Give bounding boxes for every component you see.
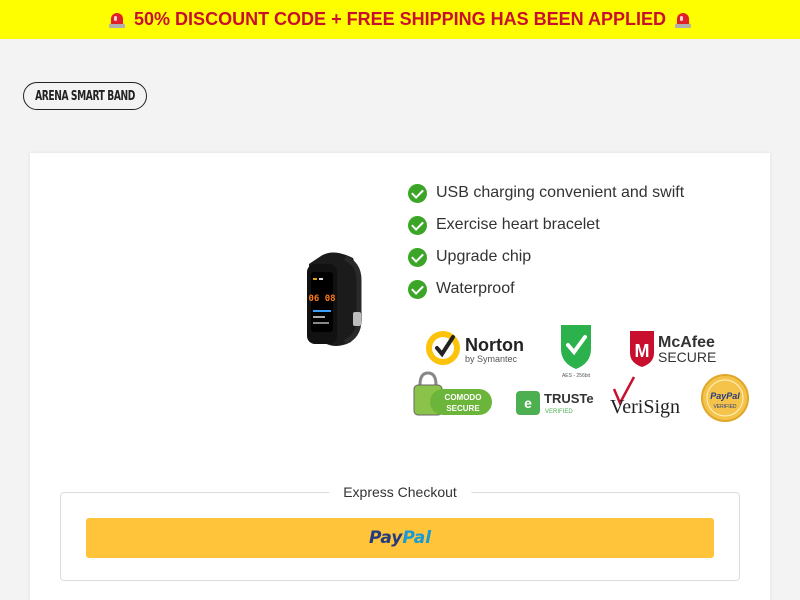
mcafee-badge: M McAfee SECURE bbox=[630, 331, 716, 367]
brand-logo-text: ARENA SMART BAND bbox=[35, 88, 135, 104]
check-circle-icon bbox=[408, 247, 427, 267]
product-card: 06 08 USB charging convenient and swift … bbox=[30, 153, 770, 600]
truste-sub: VERIFIED bbox=[545, 409, 573, 415]
comodo-sub: SECURE bbox=[446, 404, 480, 413]
comodo-badge: COMODO SECURE bbox=[413, 371, 492, 416]
check-circle-icon bbox=[408, 183, 427, 203]
mcafee-sub: SECURE bbox=[658, 349, 716, 365]
express-checkout-label: Express Checkout bbox=[329, 484, 471, 500]
paypal-verified-badge: PayPal VERIFIED bbox=[701, 374, 749, 422]
aes-shield-badge: AES - 256bit bbox=[561, 325, 591, 379]
paypal-checkout-button[interactable]: Pay Pal bbox=[86, 518, 714, 558]
list-item: Exercise heart bracelet bbox=[408, 209, 684, 241]
feature-label: Upgrade chip bbox=[436, 248, 532, 265]
list-item: USB charging convenient and swift bbox=[408, 177, 684, 209]
promo-banner-text: 50% DISCOUNT CODE + FREE SHIPPING HAS BE… bbox=[134, 9, 666, 29]
paypal-logo-pay: Pay bbox=[368, 528, 403, 548]
list-item: Waterproof bbox=[408, 273, 684, 305]
check-circle-icon bbox=[408, 215, 427, 235]
feature-label: Waterproof bbox=[436, 280, 515, 297]
promo-banner: 50% DISCOUNT CODE + FREE SHIPPING HAS BE… bbox=[0, 0, 800, 39]
verisign-label: VeriSign bbox=[610, 396, 680, 418]
paypal-verified-label: PayPal bbox=[710, 391, 740, 401]
norton-label: Norton bbox=[465, 335, 524, 355]
list-item: Upgrade chip bbox=[408, 241, 684, 273]
police-siren-icon bbox=[108, 11, 126, 29]
aes-sub: AES - 256bit bbox=[562, 373, 591, 379]
express-checkout-panel: Express Checkout Pay Pal bbox=[60, 484, 740, 581]
svg-text:M: M bbox=[635, 341, 650, 361]
brand-logo[interactable]: ARENA SMART BAND bbox=[23, 82, 147, 110]
norton-badge: Norton by Symantec bbox=[426, 331, 524, 365]
feature-list: USB charging convenient and swift Exerci… bbox=[408, 177, 684, 305]
verisign-badge: VeriSign bbox=[610, 376, 680, 418]
comodo-label: COMODO bbox=[445, 393, 482, 402]
watch-time: 06 08 bbox=[308, 294, 335, 304]
paypal-logo-pal: Pal bbox=[402, 528, 432, 548]
paypal-verified-sub: VERIFIED bbox=[713, 404, 736, 410]
trust-badges: Norton by Symantec AES - 256bit M McAfee… bbox=[413, 325, 749, 422]
police-siren-icon bbox=[674, 11, 692, 29]
feature-label: Exercise heart bracelet bbox=[436, 216, 600, 233]
truste-label: TRUSTe bbox=[544, 391, 594, 406]
norton-sub: by Symantec bbox=[465, 354, 518, 364]
truste-badge: e TRUSTe VERIFIED bbox=[516, 391, 594, 415]
feature-label: USB charging convenient and swift bbox=[436, 184, 685, 201]
svg-text:e: e bbox=[524, 395, 532, 411]
check-circle-icon bbox=[408, 279, 427, 299]
smart-band-product-image: 06 08 bbox=[307, 252, 362, 346]
